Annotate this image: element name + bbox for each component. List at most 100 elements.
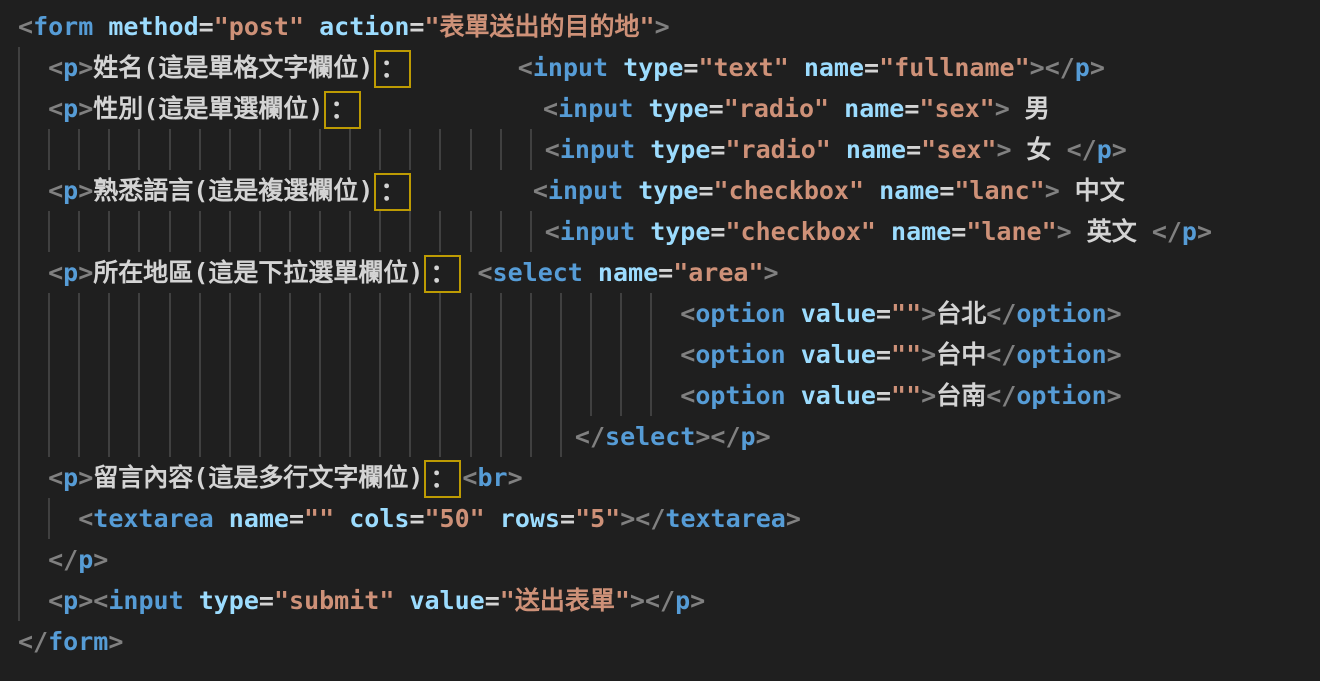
code-token-sp <box>304 12 319 41</box>
code-token-eq: = <box>199 12 214 41</box>
code-token-tag: p <box>63 463 78 492</box>
code-line[interactable]: <p>姓名(這是單格文字欄位)： <input type="text" name… <box>18 47 1320 88</box>
code-token-pm: > <box>1057 217 1072 246</box>
code-token-pm: </ <box>1152 217 1182 246</box>
code-line[interactable]: <input type="radio" name="sex"> 女 </p> <box>18 129 1320 170</box>
code-token-pm: > <box>78 586 93 615</box>
code-token-pm: </ <box>710 422 740 451</box>
code-token-tag: input <box>533 53 608 82</box>
code-token-attr: method <box>108 12 198 41</box>
code-line[interactable]: <option value="">台北</option> <box>18 293 1320 334</box>
code-token-pm: < <box>477 258 492 287</box>
unicode-highlighted-char: ： <box>424 255 461 293</box>
code-token-attr: value <box>801 381 876 410</box>
code-token-tag: option <box>695 381 785 410</box>
code-area[interactable]: <form method="post" action="表單送出的目的地"> <… <box>18 6 1320 662</box>
code-token-str: "radio" <box>724 94 829 123</box>
code-token-sp <box>786 381 801 410</box>
code-token-tag: p <box>63 53 78 82</box>
code-line[interactable]: </select></p> <box>18 416 1320 457</box>
code-token-eq: = <box>951 217 966 246</box>
code-token-pm: < <box>533 176 548 205</box>
code-line[interactable]: <p>留言內容(這是多行文字欄位)：<br> <box>18 457 1320 498</box>
code-line[interactable]: <textarea name="" cols="50" rows="5"></t… <box>18 498 1320 539</box>
code-token-pm: > <box>93 545 108 574</box>
code-line[interactable]: <p><input type="submit" value="送出表單"></p… <box>18 580 1320 621</box>
code-token-pm: > <box>78 94 93 123</box>
code-token-tag: option <box>1016 299 1106 328</box>
code-token-sp <box>18 586 48 615</box>
code-line[interactable]: <p>熟悉語言(這是複選欄位)： <input type="checkbox" … <box>18 170 1320 211</box>
code-token-pm: < <box>680 340 695 369</box>
code-token-eq: = <box>876 340 891 369</box>
code-line[interactable]: </p> <box>18 539 1320 580</box>
code-token-eq: = <box>409 12 424 41</box>
code-token-eq: = <box>876 299 891 328</box>
code-token-pm: </ <box>635 504 665 533</box>
code-token-tag: p <box>1182 217 1197 246</box>
code-token-attr: type <box>650 135 710 164</box>
code-token-pm: > <box>996 135 1011 164</box>
code-token-tag: select <box>493 258 583 287</box>
code-token-txt: 熟悉語言(這是複選欄位) <box>93 176 373 205</box>
code-token-pm: </ <box>1067 135 1097 164</box>
code-token-tag: input <box>108 586 183 615</box>
code-token-str: "sex" <box>921 135 996 164</box>
code-token-tag: option <box>695 299 785 328</box>
code-token-tag: textarea <box>93 504 213 533</box>
code-token-pm: > <box>1030 53 1045 82</box>
code-token-str: "checkbox" <box>725 217 876 246</box>
code-token-txt: 所在地區(這是下拉選單欄位) <box>93 258 423 287</box>
code-token-pm: > <box>78 258 93 287</box>
code-line[interactable]: </form> <box>18 621 1320 662</box>
code-token-sp <box>623 176 638 205</box>
code-token-pm: > <box>620 504 635 533</box>
code-token-tag: form <box>33 12 93 41</box>
code-token-attr: value <box>409 586 484 615</box>
code-token-pm: </ <box>575 422 605 451</box>
code-token-pm: < <box>545 135 560 164</box>
code-line[interactable]: <p>性別(這是單選欄位)： <input type="radio" name=… <box>18 88 1320 129</box>
code-token-tag: p <box>78 545 93 574</box>
code-token-pm: </ <box>986 340 1016 369</box>
code-token-pm: > <box>921 381 936 410</box>
code-token-sp <box>462 258 477 287</box>
code-editor[interactable]: <form method="post" action="表單送出的目的地"> <… <box>0 0 1320 681</box>
code-token-str: "lanc" <box>954 176 1044 205</box>
code-token-sp <box>18 381 680 410</box>
code-line[interactable]: <input type="checkbox" name="lane"> 英文 <… <box>18 211 1320 252</box>
code-token-sp <box>633 94 648 123</box>
code-token-pm: > <box>1107 340 1122 369</box>
code-token-sp <box>18 217 545 246</box>
code-token-eq: = <box>658 258 673 287</box>
code-token-tag: p <box>741 422 756 451</box>
code-token-sp <box>93 12 108 41</box>
code-line[interactable]: <option value="">台中</option> <box>18 334 1320 375</box>
code-token-txt: 姓名(這是單格文字欄位) <box>93 53 373 82</box>
code-line[interactable]: <p>所在地區(這是下拉選單欄位)： <select name="area"> <box>18 252 1320 293</box>
code-token-tag: option <box>1016 381 1106 410</box>
code-token-sp <box>829 94 844 123</box>
code-token-pm: < <box>48 463 63 492</box>
code-line[interactable]: <option value="">台南</option> <box>18 375 1320 416</box>
code-token-str: "fullname" <box>879 53 1030 82</box>
code-token-str: "text" <box>698 53 788 82</box>
code-token-pm: < <box>48 586 63 615</box>
code-token-pm: < <box>48 176 63 205</box>
code-token-pm: > <box>1112 135 1127 164</box>
code-token-pm: > <box>764 258 779 287</box>
code-token-sp <box>18 463 48 492</box>
unicode-highlighted-char: ： <box>324 91 361 129</box>
code-token-txt: 留言內容(這是多行文字欄位) <box>93 463 423 492</box>
code-token-tag: input <box>560 135 635 164</box>
code-token-pm: < <box>48 94 63 123</box>
code-token-attr: value <box>801 340 876 369</box>
code-token-pm: < <box>48 53 63 82</box>
code-line[interactable]: <form method="post" action="表單送出的目的地"> <box>18 6 1320 47</box>
code-token-sp <box>635 135 650 164</box>
code-token-sp <box>18 340 680 369</box>
code-token-sp <box>485 504 500 533</box>
code-token-sp <box>583 258 598 287</box>
code-token-sp <box>18 299 680 328</box>
code-token-str: "lane" <box>966 217 1056 246</box>
